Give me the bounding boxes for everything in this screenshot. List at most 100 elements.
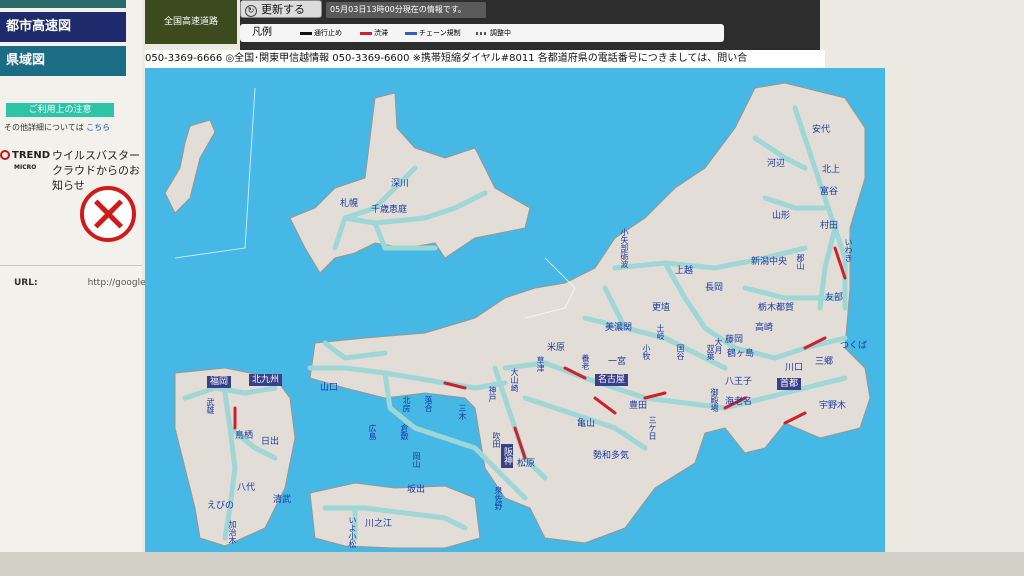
- tab-prefecture-map-label: 県域図: [6, 53, 46, 68]
- trend-logo-sub: MICRO: [14, 164, 37, 171]
- map-label: 泉佐野: [494, 486, 503, 510]
- legend-swatch-jam: [360, 31, 372, 35]
- map-label: 双葉: [706, 344, 715, 360]
- map-label: 鳥栖: [235, 431, 254, 441]
- sidebar-top-strip: [0, 0, 126, 8]
- map-label: 落合: [424, 396, 433, 412]
- sidebar-divider: [0, 265, 142, 266]
- legend-title: 凡例: [252, 27, 272, 38]
- map-label: 長岡: [705, 283, 724, 293]
- map-label: 小牧: [642, 344, 651, 360]
- map-label: 米原: [547, 343, 566, 353]
- legend-item-jam: 渋滞: [360, 24, 388, 42]
- map-label: いよ小松: [348, 516, 357, 548]
- map-label: 一宮: [608, 357, 627, 367]
- notice-body: その他詳細については: [4, 123, 84, 132]
- map-label: 岡山: [412, 452, 421, 468]
- map-label: 坂出: [407, 485, 426, 495]
- map-label: 安代: [812, 125, 831, 135]
- map-label: 栃木都賀: [758, 303, 795, 313]
- tab-urban-expressway-label: 都市高速図: [6, 19, 72, 34]
- legend: 凡例 通行止め 渋滞 チェーン規制 調整中: [240, 24, 724, 42]
- map-label: 日出: [261, 437, 280, 447]
- expressway-map[interactable]: 安代 河辺 北上 富谷 山形 村田 いわき 深川 札幌 千歳恵庭 上越 長岡 新…: [145, 68, 885, 552]
- map-label: 八王子: [725, 377, 753, 387]
- notice-link[interactable]: こちら: [86, 123, 110, 132]
- legend-label-chain: チェーン規制: [419, 29, 461, 37]
- map-label: 武雄: [206, 398, 215, 414]
- monitor-bezel: [0, 552, 1024, 576]
- legend-label-adjusting: 調整中: [490, 29, 511, 37]
- tab-urban-expressway[interactable]: 都市高速図: [0, 12, 126, 42]
- trend-logo-icon: [0, 150, 10, 160]
- map-label: 加治木: [228, 520, 237, 544]
- update-button[interactable]: ↻ 更新する: [240, 0, 322, 18]
- map-label: 亀山: [577, 419, 596, 429]
- url-value: http://googles: [87, 278, 151, 288]
- map-label: 山口: [320, 383, 339, 393]
- map-label: 川之江: [365, 519, 393, 529]
- map-label: 勢和多気: [593, 451, 630, 461]
- notice-text: その他詳細については こちら: [4, 122, 110, 133]
- trend-logo-text: TREND: [12, 150, 51, 161]
- map-label: 三ケ日: [648, 416, 657, 440]
- map-label: 大山崎: [510, 368, 519, 392]
- city-label-fukuoka: 福岡: [207, 376, 232, 388]
- virus-buster-notice[interactable]: ウイルスバスター クラウドからのお知らせ: [52, 148, 142, 193]
- screen: 都市高速図 県域図 ご利用上の注意 その他詳細については こちら TREND MI…: [0, 0, 1024, 576]
- map-label: 村田: [820, 221, 839, 231]
- map-label: 千歳恵庭: [371, 205, 408, 215]
- news-ticker: 050-3369-6666 ◎全国･関東甲信越情報 050-3369-6600 …: [145, 50, 825, 68]
- map-label: 河辺: [767, 159, 786, 169]
- map-label: 山形: [772, 211, 791, 221]
- map-label: 鶴ヶ島: [727, 349, 755, 359]
- map-label: 三郷: [815, 357, 834, 367]
- sidebar: 都市高速図 県域図 ご利用上の注意 その他詳細については こちら TREND MI…: [0, 0, 150, 576]
- header-right-blank: [820, 0, 1024, 50]
- map-label: 豊田: [629, 401, 648, 411]
- legend-item-closure: 通行止め: [300, 24, 342, 42]
- map-label: 北上: [822, 165, 841, 175]
- city-label-shuto: 首都: [777, 378, 802, 390]
- legend-swatch-adjusting: [476, 31, 488, 35]
- map-label: 深川: [391, 179, 410, 189]
- url-line: URL: http://googles: [14, 278, 150, 288]
- land-rebun: [164, 119, 216, 214]
- map-label: 富谷: [820, 187, 839, 197]
- map-label: いわき: [844, 238, 853, 262]
- city-label-hanshin: 阪神: [501, 444, 513, 468]
- close-icon[interactable]: [80, 186, 136, 242]
- legend-label-closure: 通行止め: [314, 29, 342, 37]
- map-label: 松原: [517, 459, 536, 469]
- region-label: 全国高速道路: [145, 0, 237, 44]
- map-label: 清武: [273, 495, 292, 505]
- city-label-nagoya: 名古屋: [595, 374, 629, 386]
- url-label: URL:: [14, 278, 38, 288]
- map-label: 美濃関: [605, 323, 633, 333]
- map-label: 新潟中央: [751, 257, 788, 267]
- notice-title: ご利用上の注意: [6, 103, 114, 117]
- tab-prefecture-map[interactable]: 県域図: [0, 46, 126, 76]
- map-label: えびの: [207, 501, 235, 511]
- map-label: 海老名: [725, 397, 753, 407]
- legend-label-jam: 渋滞: [374, 29, 388, 37]
- map-label: 宇野木: [819, 401, 847, 411]
- map-label: 八代: [237, 483, 256, 493]
- map-label: 神戸: [488, 386, 497, 402]
- map-label: 倉敷: [400, 424, 409, 440]
- land-shikoku: [309, 482, 481, 549]
- map-label: 友部: [825, 293, 844, 303]
- legend-item-chain: チェーン規制: [405, 24, 461, 42]
- trend-micro-logo: TREND MICRO: [0, 150, 50, 172]
- map-label: 草津: [536, 356, 545, 372]
- map-label: 上越: [675, 266, 694, 276]
- map-label: 国谷: [676, 344, 685, 360]
- map-label: 北房: [402, 396, 411, 412]
- legend-swatch-closure: [300, 31, 312, 35]
- map-label: 土岐: [656, 324, 665, 340]
- legend-item-adjusting: 調整中: [476, 24, 511, 42]
- update-button-label: 更新する: [261, 3, 305, 16]
- refresh-icon: ↻: [245, 5, 257, 17]
- map-label: 郡山: [796, 254, 805, 270]
- map-label: 札幌: [340, 199, 359, 209]
